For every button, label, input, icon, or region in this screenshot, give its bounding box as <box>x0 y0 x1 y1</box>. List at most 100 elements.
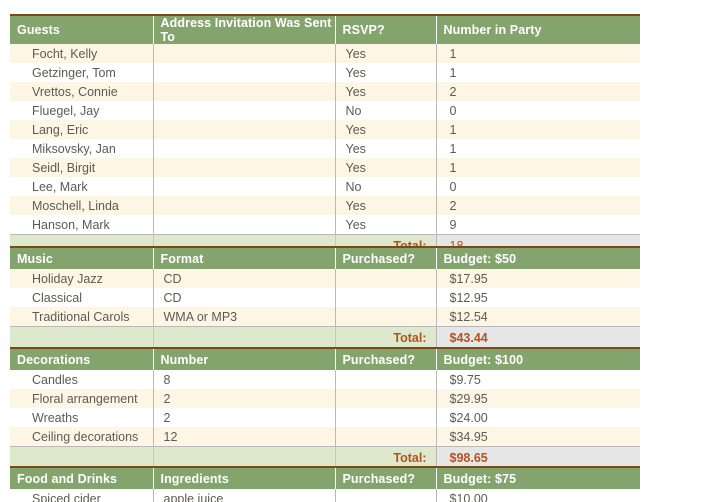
cell-guests-1-1[interactable] <box>153 63 336 82</box>
cell-guests-9-0[interactable]: Hanson, Mark <box>10 215 154 235</box>
column-header-music-2[interactable]: Purchased? <box>335 247 437 269</box>
table-row[interactable]: Classical CD $12.95 <box>10 288 640 307</box>
cell-decorations-3-3[interactable]: $34.95 <box>436 427 640 447</box>
cell-guests-6-2[interactable]: Yes <box>335 158 437 177</box>
column-header-guests-3[interactable]: Number in Party <box>436 15 640 44</box>
column-header-guests-2[interactable]: RSVP? <box>335 15 437 44</box>
cell-music-1-2[interactable] <box>335 288 437 307</box>
table-row[interactable]: Vrettos, Connie Yes 2 <box>10 82 640 101</box>
table-row[interactable]: Lang, Eric Yes 1 <box>10 120 640 139</box>
cell-decorations-2-2[interactable] <box>335 408 437 427</box>
section-table-decorations[interactable]: Decorations Number Purchased? Budget: $100 C… <box>10 347 640 470</box>
column-header-decorations-1[interactable]: Number <box>153 348 336 370</box>
table-row[interactable]: Lee, Mark No 0 <box>10 177 640 196</box>
cell-music-2-2[interactable] <box>335 307 437 327</box>
column-header-decorations-3[interactable]: Budget: $100 <box>436 348 640 370</box>
cell-guests-0-0[interactable]: Focht, Kelly <box>10 44 154 63</box>
section-table-music[interactable]: Music Format Purchased? Budget: $50 Holiday … <box>10 246 640 350</box>
cell-decorations-1-1[interactable]: 2 <box>153 389 336 408</box>
cell-guests-6-3[interactable]: 1 <box>436 158 640 177</box>
cell-decorations-2-1[interactable]: 2 <box>153 408 336 427</box>
cell-guests-5-3[interactable]: 1 <box>436 139 640 158</box>
cell-music-2-3[interactable]: $12.54 <box>436 307 640 327</box>
cell-guests-1-2[interactable]: Yes <box>335 63 437 82</box>
cell-guests-5-0[interactable]: Miksovsky, Jan <box>10 139 154 158</box>
table-row[interactable]: Focht, Kelly Yes 1 <box>10 44 640 63</box>
cell-guests-9-2[interactable]: Yes <box>335 215 437 235</box>
cell-music-0-3[interactable]: $17.95 <box>436 269 640 288</box>
cell-decorations-3-1[interactable]: 12 <box>153 427 336 447</box>
column-header-decorations-0[interactable]: Decorations <box>10 348 154 370</box>
table-row[interactable]: Hanson, Mark Yes 9 <box>10 215 640 235</box>
column-header-music-1[interactable]: Format <box>153 247 336 269</box>
cell-guests-8-3[interactable]: 2 <box>436 196 640 215</box>
cell-guests-2-3[interactable]: 2 <box>436 82 640 101</box>
cell-guests-3-0[interactable]: Fluegel, Jay <box>10 101 154 120</box>
cell-music-0-1[interactable]: CD <box>153 269 336 288</box>
cell-music-2-0[interactable]: Traditional Carols <box>10 307 154 327</box>
cell-guests-2-1[interactable] <box>153 82 336 101</box>
cell-guests-7-1[interactable] <box>153 177 336 196</box>
section-table-food-and-drinks[interactable]: Food and Drinks Ingredients Purchased? Budg… <box>10 466 640 502</box>
column-header-food-and-drinks-2[interactable]: Purchased? <box>335 467 437 489</box>
cell-guests-8-2[interactable]: Yes <box>335 196 437 215</box>
table-row[interactable]: Floral arrangement 2 $29.95 <box>10 389 640 408</box>
cell-decorations-3-2[interactable] <box>335 427 437 447</box>
column-header-food-and-drinks-3[interactable]: Budget: $75 <box>436 467 640 489</box>
cell-guests-4-0[interactable]: Lang, Eric <box>10 120 154 139</box>
cell-guests-9-1[interactable] <box>153 215 336 235</box>
cell-decorations-0-0[interactable]: Candles <box>10 370 154 389</box>
table-row[interactable]: Candles 8 $9.75 <box>10 370 640 389</box>
cell-guests-4-3[interactable]: 1 <box>436 120 640 139</box>
column-header-decorations-2[interactable]: Purchased? <box>335 348 437 370</box>
cell-music-1-3[interactable]: $12.95 <box>436 288 640 307</box>
cell-decorations-0-1[interactable]: 8 <box>153 370 336 389</box>
column-header-food-and-drinks-1[interactable]: Ingredients <box>153 467 336 489</box>
cell-guests-3-3[interactable]: 0 <box>436 101 640 120</box>
table-row[interactable]: Seidl, Birgit Yes 1 <box>10 158 640 177</box>
section-table-guests[interactable]: Guests Address Invitation Was Sent To RSVP… <box>10 14 640 258</box>
cell-guests-5-1[interactable] <box>153 139 336 158</box>
cell-guests-6-0[interactable]: Seidl, Birgit <box>10 158 154 177</box>
table-row[interactable]: Moschell, Linda Yes 2 <box>10 196 640 215</box>
table-row[interactable]: Wreaths 2 $24.00 <box>10 408 640 427</box>
cell-guests-7-0[interactable]: Lee, Mark <box>10 177 154 196</box>
column-header-music-3[interactable]: Budget: $50 <box>436 247 640 269</box>
column-header-guests-0[interactable]: Guests <box>10 15 154 44</box>
column-header-guests-1[interactable]: Address Invitation Was Sent To <box>153 15 336 44</box>
cell-guests-0-3[interactable]: 1 <box>436 44 640 63</box>
cell-guests-4-1[interactable] <box>153 120 336 139</box>
cell-decorations-3-0[interactable]: Ceiling decorations <box>10 427 154 447</box>
cell-music-1-0[interactable]: Classical <box>10 288 154 307</box>
cell-guests-2-2[interactable]: Yes <box>335 82 437 101</box>
cell-food-and-drinks-0-0[interactable]: Spiced cider <box>10 489 154 502</box>
column-header-food-and-drinks-0[interactable]: Food and Drinks <box>10 467 154 489</box>
cell-music-1-1[interactable]: CD <box>153 288 336 307</box>
cell-decorations-1-2[interactable] <box>335 389 437 408</box>
cell-food-and-drinks-0-1[interactable]: apple juice <box>153 489 336 502</box>
cell-guests-1-0[interactable]: Getzinger, Tom <box>10 63 154 82</box>
cell-guests-9-3[interactable]: 9 <box>436 215 640 235</box>
cell-music-0-0[interactable]: Holiday Jazz <box>10 269 154 288</box>
table-row[interactable]: Traditional Carols WMA or MP3 $12.54 <box>10 307 640 327</box>
cell-guests-6-1[interactable] <box>153 158 336 177</box>
cell-guests-4-2[interactable]: Yes <box>335 120 437 139</box>
cell-guests-0-1[interactable] <box>153 44 336 63</box>
cell-decorations-1-3[interactable]: $29.95 <box>436 389 640 408</box>
cell-guests-0-2[interactable]: Yes <box>335 44 437 63</box>
cell-guests-7-3[interactable]: 0 <box>436 177 640 196</box>
cell-decorations-2-0[interactable]: Wreaths <box>10 408 154 427</box>
table-row[interactable]: Spiced cider apple juice $10.00 <box>10 489 640 502</box>
table-row[interactable]: Fluegel, Jay No 0 <box>10 101 640 120</box>
cell-decorations-2-3[interactable]: $24.00 <box>436 408 640 427</box>
cell-decorations-0-3[interactable]: $9.75 <box>436 370 640 389</box>
cell-music-2-1[interactable]: WMA or MP3 <box>153 307 336 327</box>
cell-guests-3-2[interactable]: No <box>335 101 437 120</box>
table-row[interactable]: Ceiling decorations 12 $34.95 <box>10 427 640 447</box>
column-header-music-0[interactable]: Music <box>10 247 154 269</box>
table-row[interactable]: Miksovsky, Jan Yes 1 <box>10 139 640 158</box>
table-row[interactable]: Holiday Jazz CD $17.95 <box>10 269 640 288</box>
cell-guests-7-2[interactable]: No <box>335 177 437 196</box>
cell-guests-8-0[interactable]: Moschell, Linda <box>10 196 154 215</box>
cell-guests-8-1[interactable] <box>153 196 336 215</box>
